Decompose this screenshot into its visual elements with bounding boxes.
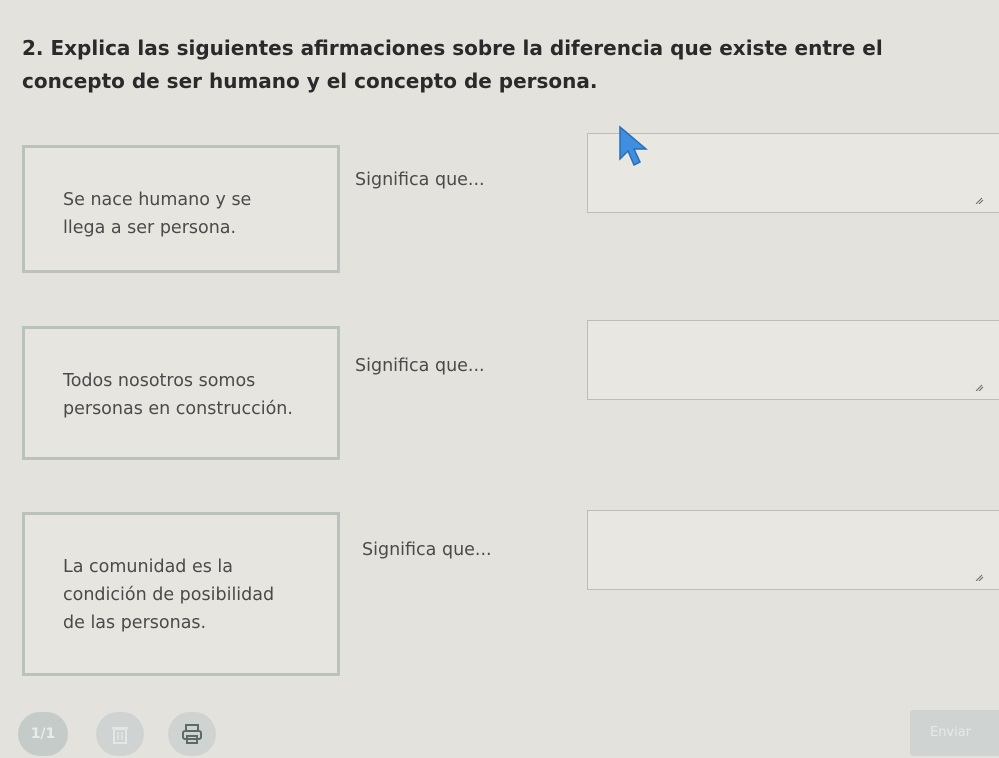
print-button[interactable] [168, 712, 216, 756]
prompt-label: Significa que... [362, 540, 492, 560]
statement-text: La comunidad es la condición de posibili… [63, 557, 275, 633]
bottom-toolbar: 1/1 Enviar [0, 700, 999, 758]
statement-box: La comunidad es la condición de posibili… [22, 512, 340, 676]
statement-box: Todos nosotros somos personas en constru… [22, 326, 340, 460]
question-text: 2. Explica las siguientes afirmaciones s… [22, 36, 883, 93]
trash-icon [112, 727, 128, 744]
resize-handle-icon[interactable] [974, 196, 984, 204]
statement-box: Se nace humano y se llega a ser persona. [22, 145, 340, 273]
send-button[interactable]: Enviar [910, 710, 999, 756]
answer-field[interactable] [587, 320, 999, 400]
answer-field[interactable] [587, 510, 999, 590]
printer-icon [182, 724, 202, 744]
prompt-label: Significa que... [355, 356, 485, 376]
delete-button[interactable] [96, 712, 144, 756]
mouse-pointer-icon [619, 125, 649, 167]
resize-handle-icon[interactable] [974, 573, 984, 581]
statement-text: Se nace humano y se llega a ser persona. [63, 190, 252, 238]
prompt-label: Significa que... [355, 170, 485, 190]
page-indicator: 1/1 [18, 712, 68, 756]
statement-text: Todos nosotros somos personas en constru… [63, 371, 293, 419]
resize-handle-icon[interactable] [974, 383, 984, 391]
